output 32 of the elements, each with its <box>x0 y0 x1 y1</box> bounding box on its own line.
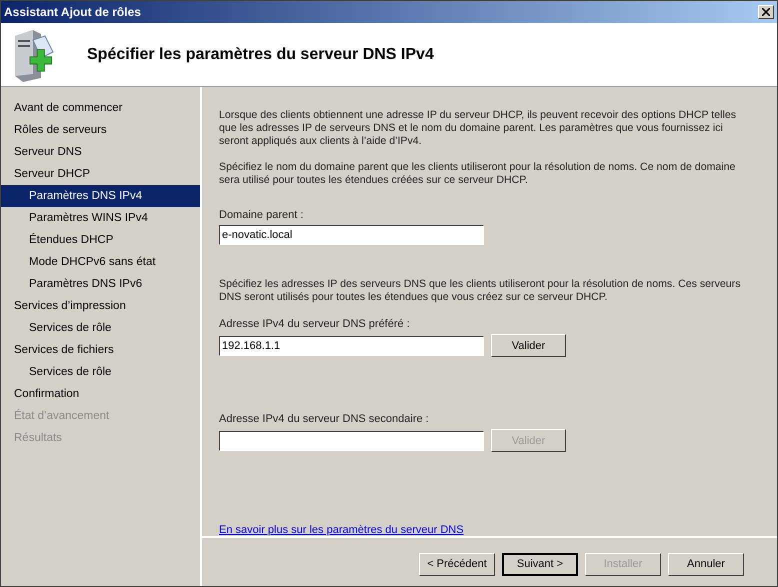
close-icon <box>762 8 770 16</box>
field-label: Adresse IPv4 du serveur DNS préféré : <box>219 318 411 330</box>
ip-field[interactable] <box>219 430 484 450</box>
close-button[interactable] <box>758 5 774 19</box>
wizard-step[interactable]: Confirmation <box>1 383 200 405</box>
wizard-step[interactable]: Avant de commencer <box>1 97 200 119</box>
wizard-step[interactable]: Paramètres DNS IPv6 <box>1 273 200 295</box>
validate-button[interactable]: Valider <box>491 334 566 357</box>
wizard-step[interactable]: Services de rôle <box>1 317 200 339</box>
dns-text: Spécifiez les adresses IP des serveurs DNS que les clients utiliseront pour la résolution de noms. Ces serveurs DNS seront utilisés pour toutes les étendues que vous créez sur ce serveur DHCP. <box>219 278 742 304</box>
intro-text: Lorsque des clients obtiennent une adresse IP du serveur DHCP, ils peuvent recevoir des options DHCP telles que les adresses IP de serveurs DNS et le nom du domaine parent. Les paramètres que vous fournissez ici seront appliqués aux clients à l’aide d’IPv4. <box>219 109 738 148</box>
wizard-step[interactable]: Serveur DNS <box>1 141 200 163</box>
field-label: Domaine parent : <box>219 209 304 221</box>
wizard-step[interactable]: Rôles de serveurs <box>1 119 200 141</box>
help-link[interactable]: En savoir plus sur les paramètres du serveur DNS <box>219 524 464 536</box>
wizard-step[interactable]: Services de rôle <box>1 361 200 383</box>
wizard-step[interactable]: Services d’impression <box>1 295 200 317</box>
wizard-button[interactable]: < Précédent <box>419 552 495 576</box>
wizard-step[interactable]: Serveur DHCP <box>1 163 200 185</box>
window-title: Assistant Ajout de rôles <box>4 5 141 19</box>
wizard-button[interactable]: Annuler <box>668 552 744 576</box>
wizard-step[interactable]: Services de fichiers <box>1 339 200 361</box>
ip-field[interactable]: 192.168.1.1 <box>219 336 484 356</box>
domain-text: Spécifiez le nom du domaine parent que les clients utiliseront pour la résolution de noms. Ce nom de domaine sera utilisé pour toutes les étendues créées sur ce serveur DHCP. <box>219 161 736 187</box>
wizard-step[interactable]: Paramètres WINS IPv4 <box>1 207 200 229</box>
wizard-step[interactable]: Mode DHCPv6 sans état <box>1 251 200 273</box>
wizard-button[interactable]: Suivant > <box>502 552 578 576</box>
page-title: Spécifier les paramètres du serveur DNS IPv4 <box>87 46 434 64</box>
field-label: Adresse IPv4 du serveur DNS secondaire : <box>219 413 430 425</box>
wizard-step[interactable]: Paramètres DNS IPv4 <box>1 185 200 207</box>
wizard-step[interactable]: Étendues DHCP <box>1 229 200 251</box>
domain-field[interactable]: e-novatic.local <box>219 225 484 245</box>
